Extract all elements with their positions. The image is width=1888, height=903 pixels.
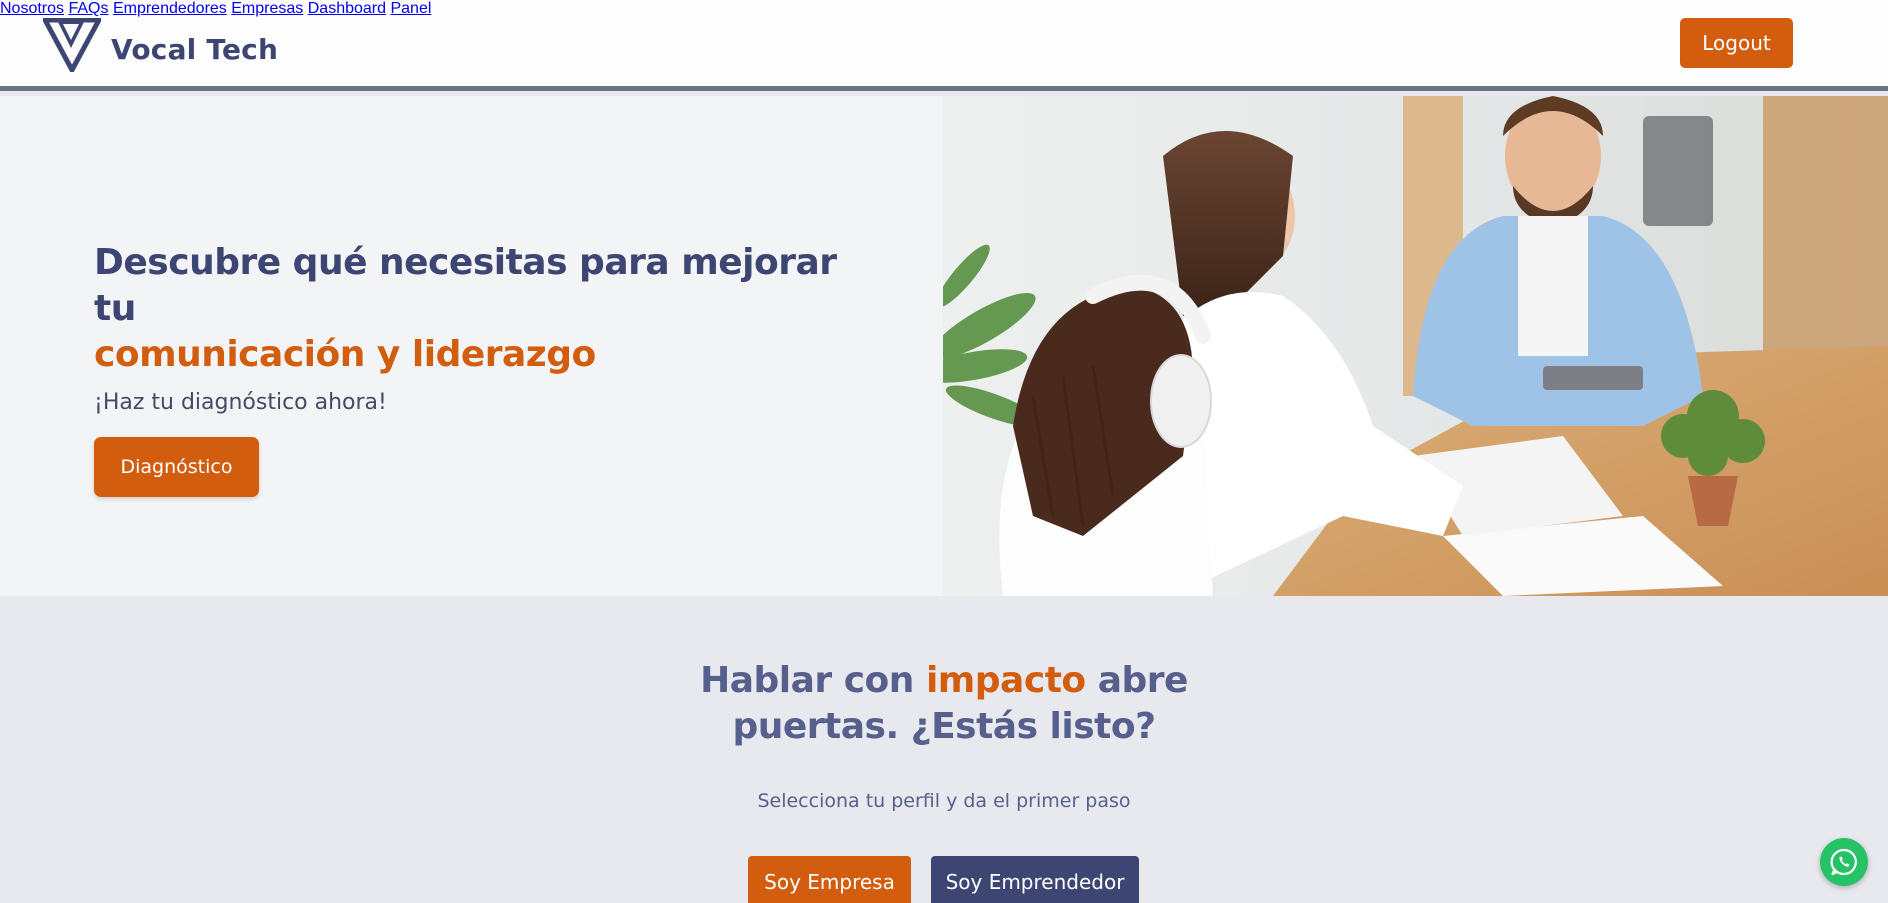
main-nav: Nosotros FAQs Emprendedores Empresas Das… [0,0,1888,18]
whatsapp-button[interactable] [1820,838,1868,886]
triangle-logo-icon [43,18,101,72]
site-header: Vocal Tech Nosotros FAQs Emprendedores E… [0,0,1888,91]
cta-title: Hablar con impacto abre puertas. ¿Estás … [0,658,1888,750]
nav-link-faqs[interactable]: FAQs [68,0,108,17]
brand-logo[interactable]: Vocal Tech [43,18,278,72]
brand-name: Vocal Tech [111,32,279,66]
profile-selection-section: Hablar con impacto abre puertas. ¿Estás … [0,596,1888,903]
nav-link-emprendedores[interactable]: Emprendedores [113,0,227,17]
cta-title-part1: Hablar con [700,660,914,701]
hero-text: Descubre qué necesitas para mejorar tu c… [94,240,854,497]
whatsapp-icon [1830,848,1857,876]
nav-link-panel[interactable]: Panel [390,0,431,17]
hero-title-accent: comunicación y liderazgo [94,334,596,375]
cta-subtitle: Selecciona tu perfil y da el primer paso [757,790,1131,812]
nav-link-dashboard[interactable]: Dashboard [308,0,386,17]
hero-title: Descubre qué necesitas para mejorar tu c… [94,240,854,378]
hero-section: Descubre qué necesitas para mejorar tu c… [0,96,1888,596]
diagnostico-button[interactable]: Diagnóstico [94,437,259,497]
cta-title-accent: impacto [925,660,1086,701]
hero-title-main: Descubre qué necesitas para mejorar tu [94,242,837,329]
soy-empresa-button[interactable]: Soy Empresa [748,856,911,903]
hero-subtitle: ¡Haz tu diagnóstico ahora! [94,390,387,415]
nav-link-nosotros[interactable]: Nosotros [0,0,64,17]
hero-image [943,96,1888,596]
nav-link-empresas[interactable]: Empresas [231,0,303,17]
cta-title-line2: puertas. ¿Estás listo? [732,706,1156,747]
cta-title-part2: abre [1097,660,1189,701]
soy-emprendedor-button[interactable]: Soy Emprendedor [931,856,1139,903]
logout-button[interactable]: Logout [1680,18,1793,68]
